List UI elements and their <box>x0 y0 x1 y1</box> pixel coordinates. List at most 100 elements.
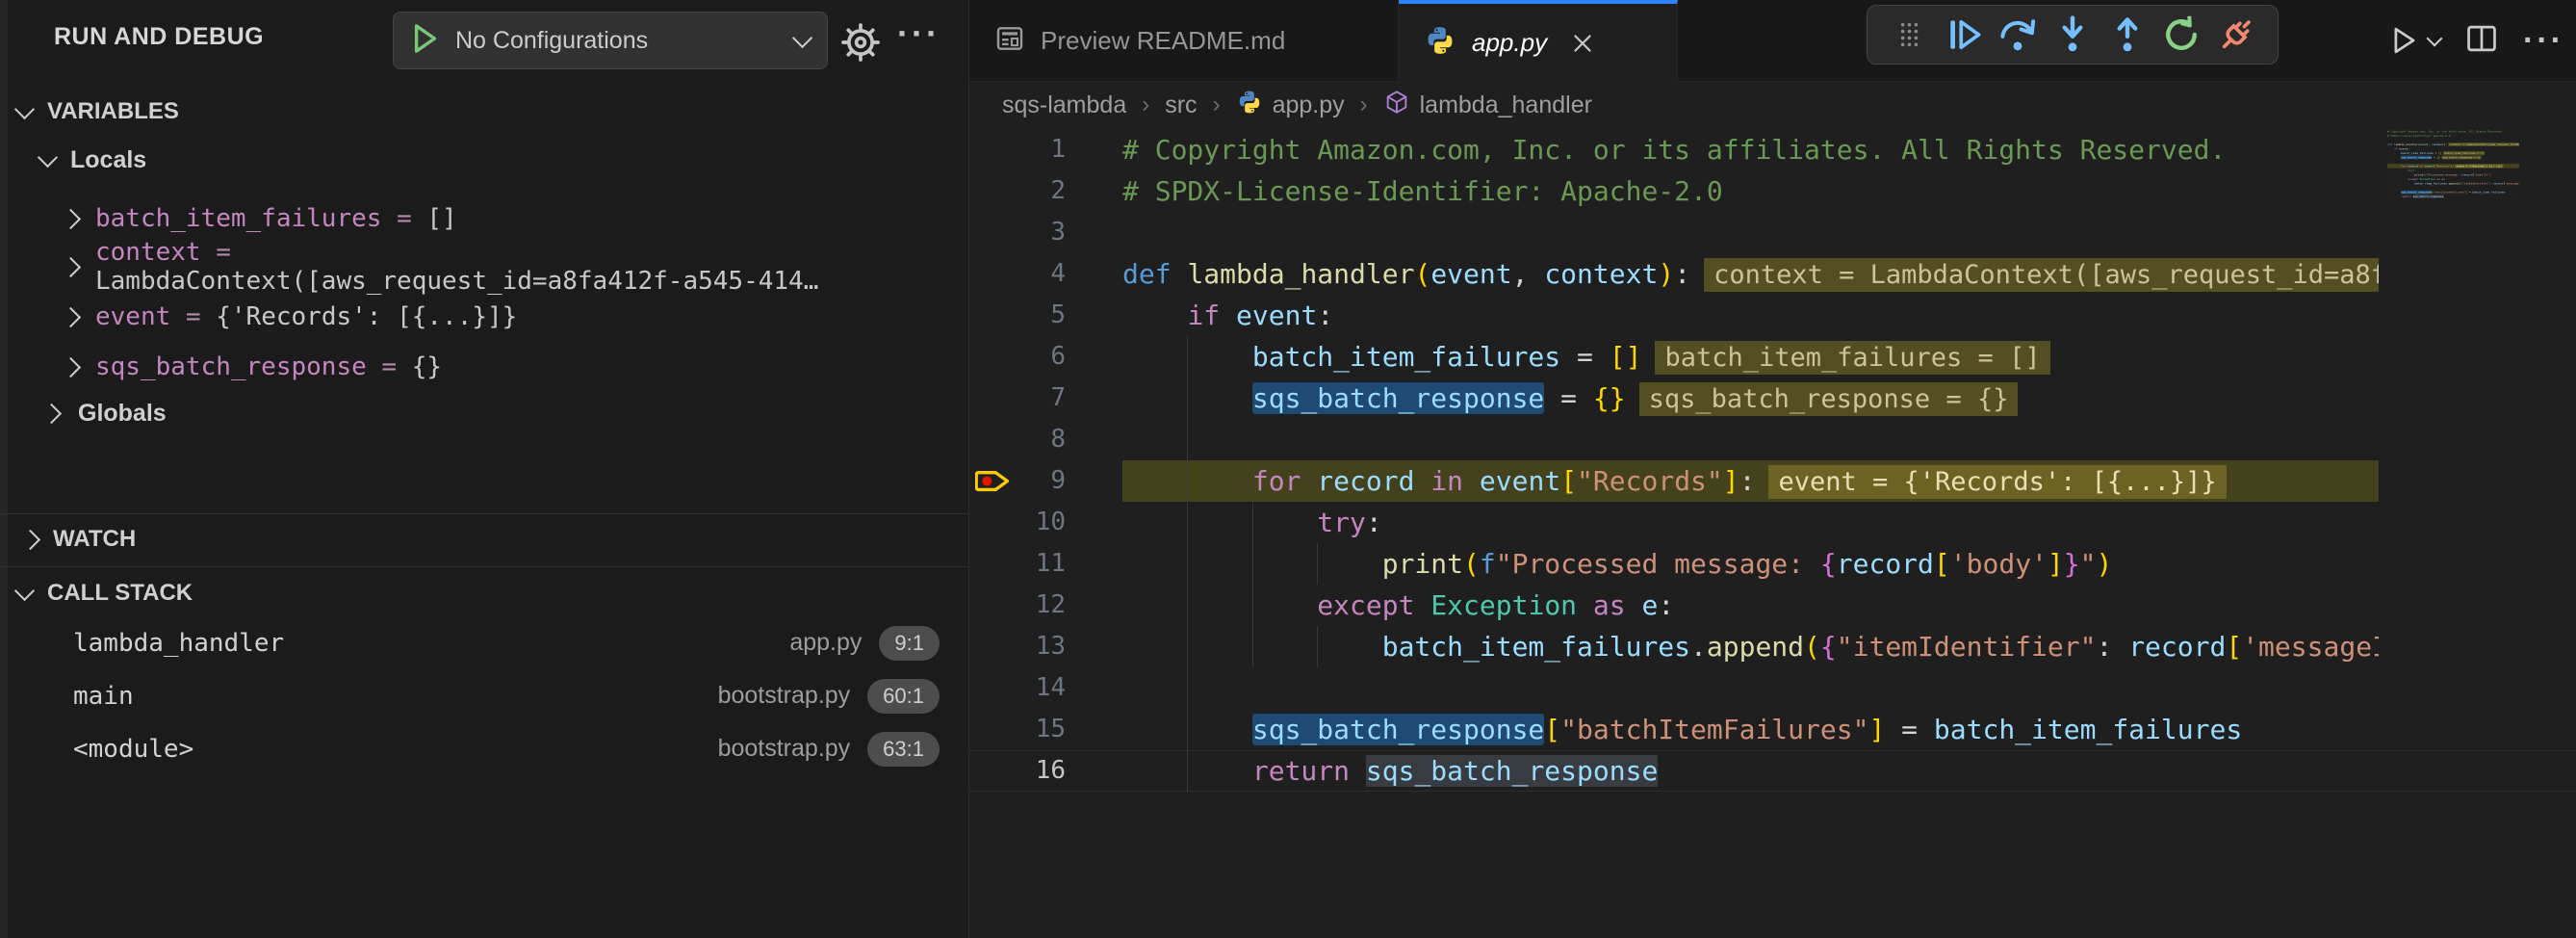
code-line-content[interactable]: except Exception as e: <box>1122 585 2379 626</box>
step-out-icon[interactable] <box>2105 13 2150 57</box>
code-line-content[interactable]: sqs_batch_response = {}sqs_batch_respons… <box>1122 378 2379 419</box>
code-line-9[interactable]: 9 for record in event["Records"]:event =… <box>969 460 2576 502</box>
code-token: = <box>1560 341 1610 373</box>
breadcrumb-separator: › <box>1213 91 1221 118</box>
variable-row[interactable]: event = {'Records': [{...}]} <box>64 295 517 339</box>
line-number[interactable]: 5 <box>969 295 1066 336</box>
code-line-12[interactable]: 12 except Exception as e: <box>969 585 2576 626</box>
code-line-13[interactable]: 13 batch_item_failures.append({"itemIden… <box>969 626 2576 667</box>
variable-name: event <box>95 302 170 331</box>
line-number[interactable]: 14 <box>969 667 1066 709</box>
editor-more-actions-icon[interactable]: ··· <box>2523 22 2564 60</box>
tab-preview-readme-md[interactable]: Preview README.md <box>969 0 1399 81</box>
code-line-6[interactable]: 6 batch_item_failures = []batch_item_fai… <box>969 336 2576 378</box>
line-number[interactable]: 13 <box>969 626 1066 667</box>
tab-app-py[interactable]: app.py <box>1399 0 1678 82</box>
breadcrumb-item-sqs-lambda[interactable]: sqs-lambda <box>1002 91 1126 119</box>
restart-icon[interactable] <box>2159 13 2203 57</box>
minimap[interactable]: 1# Copyright Amazon.com, Inc. or its aff… <box>2387 129 2576 803</box>
code-line-15[interactable]: 15 sqs_batch_response["batchItemFailures… <box>969 709 2576 750</box>
code-line-14[interactable]: 14 <box>969 667 2576 709</box>
code-token: Exception <box>2420 177 2435 180</box>
step-over-icon[interactable] <box>1996 13 2040 57</box>
code-line-8[interactable]: 8 <box>969 419 2576 460</box>
line-number[interactable]: 1 <box>969 129 1066 170</box>
code-line-content[interactable]: return sqs_batch_response <box>1122 750 2379 792</box>
variables-section-header[interactable]: VARIABLES <box>17 98 179 125</box>
code-line-5[interactable]: 5 if event: <box>969 295 2576 336</box>
inline-debug-value: context = LambdaContext([aws_request_id=… <box>1704 258 2379 292</box>
code-line-content[interactable] <box>1122 667 2379 709</box>
code-line-content[interactable] <box>1122 212 2379 253</box>
line-number[interactable]: 2 <box>969 170 1066 212</box>
line-number[interactable]: 4 <box>969 253 1066 295</box>
continue-icon[interactable] <box>1942 13 1986 57</box>
step-into-icon[interactable] <box>2050 13 2095 57</box>
code-line-content[interactable]: # SPDX-License-Identifier: Apache-2.0 <box>1122 170 2379 212</box>
code-editor[interactable]: 1 # Copyright Amazon.com, Inc. or its aff… <box>969 129 2576 792</box>
line-number[interactable]: 16 <box>969 750 1066 792</box>
code-line-content[interactable]: def lambda_handler(event, context):conte… <box>1122 253 2379 295</box>
code-line-1[interactable]: 1 # Copyright Amazon.com, Inc. or its aff… <box>969 129 2576 170</box>
gear-icon[interactable] <box>839 21 882 64</box>
callstack-frame[interactable]: lambda_handler app.py 9:1 <box>0 616 968 669</box>
line-number[interactable]: 12 <box>969 585 1066 626</box>
code-line-content[interactable]: try: <box>1122 502 2379 543</box>
views-more-actions-icon[interactable]: ··· <box>897 13 940 54</box>
callstack-frame[interactable]: <module> bootstrap.py 63:1 <box>0 722 968 775</box>
breadcrumb-item-lambda-handler[interactable]: lambda_handler <box>1383 89 1592 122</box>
breakpoint-arrow-icon[interactable] <box>975 466 1012 501</box>
window-edge <box>0 0 8 938</box>
line-number[interactable]: 15 <box>969 709 1066 750</box>
line-number[interactable]: 3 <box>969 212 1066 253</box>
locals-scope-header[interactable]: Locals <box>40 146 146 174</box>
code-token: ( <box>1804 631 1820 663</box>
code-token: { <box>1820 548 1837 580</box>
line-number[interactable]: 6 <box>969 336 1066 378</box>
code-token: try <box>1317 507 1366 538</box>
globals-scope-header[interactable]: Globals <box>44 400 167 428</box>
code-line-content[interactable]: sqs_batch_response["batchItemFailures"] … <box>1122 709 2379 750</box>
run-python-file-button[interactable] <box>2384 22 2440 59</box>
code-line-3[interactable]: 3 <box>969 212 2576 253</box>
indent-guide <box>1252 543 1253 585</box>
watch-section-header[interactable]: WATCH <box>23 526 136 553</box>
variable-row[interactable]: context = LambdaContext([aws_request_id=… <box>64 245 968 289</box>
breadcrumb-item-src[interactable]: src <box>1165 91 1197 119</box>
code-line-11[interactable]: 11 print(f"Processed message: {record['b… <box>969 543 2576 585</box>
chevron-down-icon <box>14 98 35 118</box>
close-icon[interactable] <box>1568 29 1597 58</box>
code-token: {} <box>1593 382 1626 414</box>
code-line-content[interactable]: return sqs_batch_response <box>2387 195 2519 199</box>
line-number[interactable]: 10 <box>969 502 1066 543</box>
split-editor-icon[interactable] <box>2463 20 2500 62</box>
code-token: 'body' <box>1950 548 2048 580</box>
debug-configurations-dropdown[interactable]: No Configurations <box>393 12 828 69</box>
code-line-16[interactable]: 16 return sqs_batch_response <box>969 750 2576 792</box>
breadcrumb-item-app-py[interactable]: app.py <box>1236 89 1345 122</box>
disconnect-icon[interactable] <box>2214 13 2258 57</box>
code-line-7[interactable]: 7 sqs_batch_response = {}sqs_batch_respo… <box>969 378 2576 419</box>
variable-name: batch_item_failures <box>95 204 381 233</box>
line-number[interactable]: 7 <box>969 378 1066 419</box>
code-line-content[interactable] <box>1122 419 2379 460</box>
callstack-frame[interactable]: main bootstrap.py 60:1 <box>0 669 968 722</box>
code-token: , <box>1512 258 1545 290</box>
line-number[interactable]: 11 <box>969 543 1066 585</box>
code-line-10[interactable]: 10 try: <box>969 502 2576 543</box>
line-number[interactable]: 8 <box>969 419 1066 460</box>
variable-row[interactable]: batch_item_failures = [] <box>64 196 457 241</box>
code-line-content[interactable]: if event: <box>1122 295 2379 336</box>
code-line-content[interactable]: # Copyright Amazon.com, Inc. or its affi… <box>1122 129 2379 170</box>
code-line-content[interactable]: print(f"Processed message: {record['body… <box>1122 543 2379 585</box>
code-line-16[interactable]: 16 return sqs_batch_response <box>2387 195 2519 199</box>
drag-handle-icon[interactable] <box>1887 13 1931 57</box>
call-stack-section-header[interactable]: CALL STACK <box>17 580 968 607</box>
variable-row[interactable]: sqs_batch_response = {} <box>64 345 442 389</box>
code-line-2[interactable]: 2 # SPDX-License-Identifier: Apache-2.0 <box>969 170 2576 212</box>
code-line-content[interactable]: batch_item_failures.append({"itemIdentif… <box>1122 626 2379 667</box>
code-line-4[interactable]: 4 def lambda_handler(event, context):cont… <box>969 253 2576 295</box>
code-line-content[interactable]: batch_item_failures = []batch_item_failu… <box>1122 336 2379 378</box>
chevron-down-icon <box>792 27 812 47</box>
code-line-content[interactable]: for record in event["Records"]:event = {… <box>1122 460 2379 502</box>
